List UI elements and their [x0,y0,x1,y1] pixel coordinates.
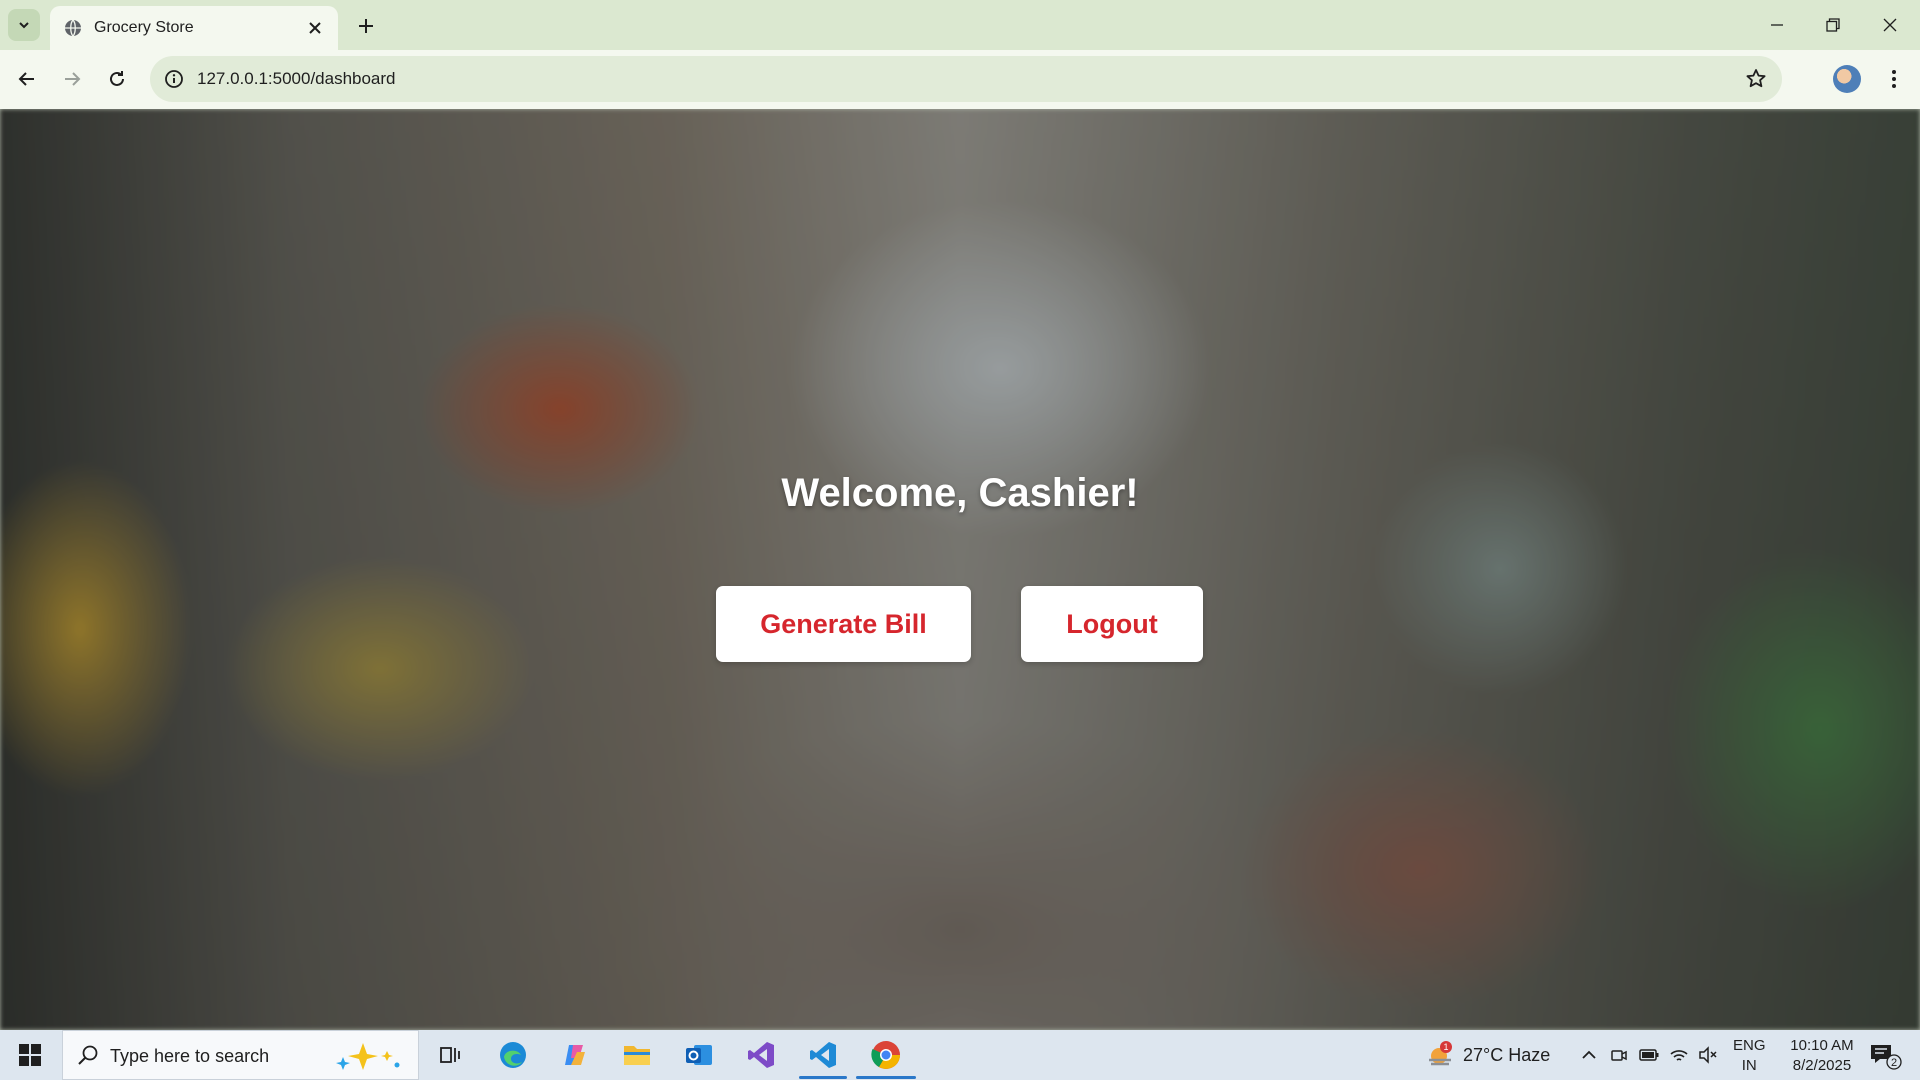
bookmark-star-icon[interactable] [1744,67,1768,91]
background-overlay [0,109,1920,1030]
language-code: ENG [1733,1037,1766,1054]
weather-badge: 1 [1443,1042,1448,1052]
arrow-left-icon [18,72,34,86]
address-bar[interactable]: 127.0.0.1:5000/dashboard [150,56,1782,102]
close-tab-icon[interactable] [304,17,326,39]
vscode-icon[interactable] [805,1037,841,1073]
language-indicator[interactable]: ENG IN [1733,1036,1766,1076]
globe-icon [65,19,81,37]
forward-button[interactable] [57,64,87,94]
chevron-down-icon [19,22,29,29]
weather-haze-icon: 1 [1429,1041,1452,1066]
notification-center-button[interactable]: 2 [1868,1042,1902,1070]
tab-search-button[interactable] [8,9,40,41]
file-explorer-icon[interactable] [619,1037,655,1073]
minimize-icon [1771,24,1783,26]
close-window-button[interactable] [1862,0,1918,50]
battery-icon[interactable] [1638,1044,1660,1066]
chevron-up-icon[interactable] [1578,1044,1600,1066]
chrome-active-indicator [856,1076,916,1079]
arrow-right-icon [65,72,81,86]
restore-button[interactable] [1805,0,1861,50]
tab-title: Grocery Store [94,19,194,36]
chrome-icon[interactable] [868,1037,904,1073]
browser-menu-button[interactable] [1880,65,1908,93]
copilot-icon[interactable] [557,1037,593,1073]
back-button[interactable] [12,64,42,94]
search-placeholder: Type here to search [110,1046,270,1066]
url-text[interactable]: 127.0.0.1:5000/dashboard [197,69,396,89]
browser-tab-bar: Grocery Store [0,0,1920,50]
welcome-heading: Welcome, Cashier! [781,471,1139,515]
volume-muted-icon[interactable] [1697,1044,1719,1066]
clock-time: 10:10 AM [1790,1037,1854,1054]
sparkle-icon [336,1043,400,1070]
notification-icon: 2 [1871,1045,1902,1070]
vscode-active-indicator [799,1076,847,1079]
reload-icon [110,71,124,86]
weather-text: 27°C Haze [1463,1044,1551,1065]
task-view-icon[interactable] [432,1037,468,1073]
search-icon [78,1045,98,1065]
browser-tab-active[interactable]: Grocery Store [50,6,338,50]
site-info-icon[interactable] [162,67,186,91]
edge-icon[interactable] [495,1037,531,1073]
more-vertical-icon [1892,70,1896,88]
plus-icon [359,19,373,33]
windows-taskbar: Type here to search 1 27°C Haze ENG IN 1… [0,1030,1920,1080]
region-code: IN [1741,1057,1757,1074]
visual-studio-icon[interactable] [743,1037,779,1073]
browser-toolbar: 127.0.0.1:5000/dashboard [0,50,1920,109]
start-button[interactable] [10,1040,50,1070]
logout-button[interactable]: Logout [1021,586,1203,662]
meet-now-icon[interactable] [1608,1044,1630,1066]
restore-icon [1826,18,1840,32]
weather-widget[interactable]: 1 27°C Haze [1425,1038,1550,1072]
outlook-icon[interactable] [681,1037,717,1073]
page-viewport: Welcome, Cashier! Generate Bill Logout [0,109,1920,1030]
minimize-button[interactable] [1749,0,1805,50]
generate-bill-button[interactable]: Generate Bill [716,586,971,662]
reload-button[interactable] [102,64,132,94]
notification-count: 2 [1891,1057,1897,1069]
wifi-icon[interactable] [1668,1044,1690,1066]
windows-logo-icon [19,1044,41,1066]
system-clock[interactable]: 10:10 AM 8/2/2025 [1772,1036,1872,1076]
new-tab-button[interactable] [352,12,380,40]
taskbar-search-box[interactable]: Type here to search [62,1030,419,1080]
close-icon [1883,18,1897,32]
clock-date: 8/2/2025 [1792,1057,1852,1074]
profile-avatar[interactable] [1833,65,1861,93]
